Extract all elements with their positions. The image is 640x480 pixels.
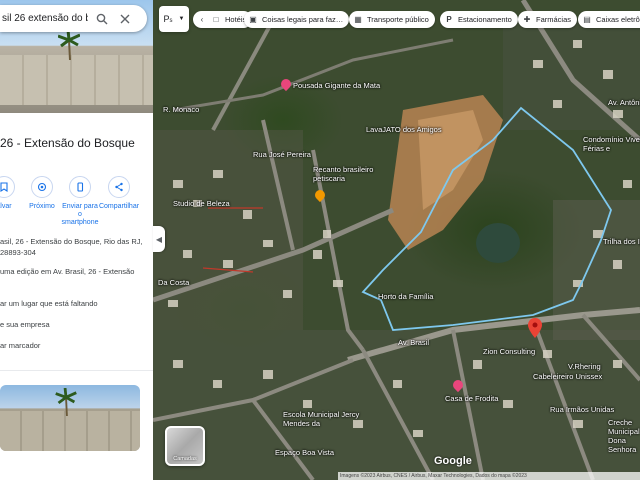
map-attribution: Imagens ©2023 Airbus, CNES / Airbus, Max… <box>338 472 640 480</box>
poi-studio[interactable]: Studio de Beleza <box>173 199 230 208</box>
address-text[interactable]: asil, 26 - Extensão do Bosque, Rio das R… <box>0 236 150 258</box>
photo-wall <box>0 411 140 451</box>
share-label: Compartilhar <box>98 203 140 210</box>
poi-pousada[interactable]: Pousada Gigante da Mata <box>293 81 380 90</box>
send-to-phone-label: Enviar para o smartphone <box>61 203 99 226</box>
palm-tree-icon <box>55 388 77 416</box>
nearby-label: Próximo <box>29 203 55 210</box>
close-icon[interactable] <box>116 10 134 28</box>
bus-icon: ▦ <box>354 15 362 24</box>
chip-label: Coisas legais para faz… <box>262 15 344 24</box>
divider <box>0 370 153 371</box>
road-rua-irmaos: Rua Irmãos Unidas <box>550 405 615 414</box>
chip-atm[interactable]: ▤ Caixas eletrônicos <box>578 11 640 28</box>
phone-icon <box>69 176 91 198</box>
place-panel: 26 - Extensão do Bosque alvar Próximo En… <box>0 0 153 480</box>
nearby-icon <box>31 176 53 198</box>
send-to-phone-button[interactable]: Enviar para o smartphone <box>61 176 99 227</box>
layers-button[interactable]: Camadas <box>165 426 205 466</box>
road-av-brasil: Av. Brasil <box>398 338 429 347</box>
palm-tree-icon <box>58 30 80 60</box>
search-box[interactable] <box>0 5 147 32</box>
chip-transit[interactable]: ▦ Transporte público <box>349 11 435 28</box>
poi-lavajato[interactable]: LavaJATO dos Amigos <box>366 125 442 134</box>
poi-condominio[interactable]: Condomínio Viver Férias e <box>583 135 640 153</box>
photo-wall <box>0 55 153 105</box>
poi-cabeleireiro[interactable]: Cabeleireiro Unissex <box>533 372 602 381</box>
camera-icon: ▣ <box>249 15 257 24</box>
hotel-icon: □ <box>213 15 219 24</box>
collapse-panel-button[interactable]: ◀ <box>153 226 165 252</box>
poi-espaco[interactable]: Espaço Boa Vista <box>275 448 334 457</box>
chip-pharmacies[interactable]: ✚ Farmácias <box>518 11 578 28</box>
location-pin-icon[interactable] <box>528 318 542 338</box>
search-input[interactable] <box>2 13 88 24</box>
satellite-map[interactable]: Pousada Gigante da Mata LavaJATO dos Ami… <box>153 0 640 480</box>
chip-label: Farmácias <box>536 15 572 24</box>
category-chips: Ps ▼ ‹ □ Hotéis ▣ Coisas legais para faz… <box>153 6 640 32</box>
place-title: 26 - Extensão do Bosque <box>0 136 135 150</box>
share-icon <box>108 176 130 198</box>
road-jose-pereira: Rua José Pereira <box>253 150 311 159</box>
poi-casa-frodita[interactable]: Casa de Frodita <box>445 394 498 403</box>
add-business-link[interactable]: e sua empresa <box>0 319 150 330</box>
poi-trilha[interactable]: Trilha dos Ipês <box>603 237 640 246</box>
pharmacy-icon: ✚ <box>523 15 531 24</box>
road-av-antonio: Av. Antônio <box>608 98 640 107</box>
chip-label: Caixas eletrônicos <box>596 15 640 24</box>
chip-label: Transporte público <box>367 15 429 24</box>
chevron-left-icon: ‹ <box>200 15 204 24</box>
label-da-costa: Da Costa <box>158 278 190 287</box>
poi-creche[interactable]: Creche Municipal Dona Senhora <box>608 418 640 454</box>
poi-vrhering[interactable]: V.Rhering <box>568 362 601 371</box>
save-button[interactable]: alvar <box>0 176 23 227</box>
chip-label: Estacionamento <box>458 15 512 24</box>
share-button[interactable]: Compartilhar <box>99 176 139 227</box>
poi-zion[interactable]: Zion Consulting <box>483 347 535 356</box>
chip-parking[interactable]: P Estacionamento <box>440 11 518 28</box>
suggest-edit-link[interactable]: uma edição em Av. Brasil, 26 - Extensão <box>0 266 150 277</box>
poi-recanto[interactable]: Recanto brasileiro petiscaria <box>313 165 383 183</box>
parking-icon: P <box>446 15 452 24</box>
save-icon <box>0 176 15 198</box>
save-label: alvar <box>0 203 12 210</box>
chip-things-to-do[interactable]: ▣ Coisas legais para faz… <box>244 11 350 28</box>
chevron-left-icon: ◀ <box>155 234 163 244</box>
poi-horto[interactable]: Horto da Família <box>378 292 433 301</box>
chevron-down-icon: ▼ <box>178 16 185 22</box>
action-bar: alvar Próximo Enviar para o smartphone C… <box>0 176 153 227</box>
google-logo: Google <box>434 455 472 467</box>
add-label-link[interactable]: ar marcador <box>0 340 150 351</box>
poi-escola[interactable]: Escola Municipal Jercy Mendes da <box>283 410 363 428</box>
atm-icon: ▤ <box>583 15 591 24</box>
street-view-icon: Ps <box>163 14 173 24</box>
search-icon[interactable] <box>93 10 111 28</box>
layers-label: Camadas <box>173 456 197 462</box>
place-photo-thumbnail[interactable] <box>0 385 140 451</box>
nearby-button[interactable]: Próximo <box>23 176 61 227</box>
road-monaco: R. Monaco <box>163 105 200 114</box>
add-missing-place-link[interactable]: ar um lugar que está faltando <box>0 298 150 309</box>
map-type-button[interactable]: Ps ▼ <box>159 6 189 32</box>
